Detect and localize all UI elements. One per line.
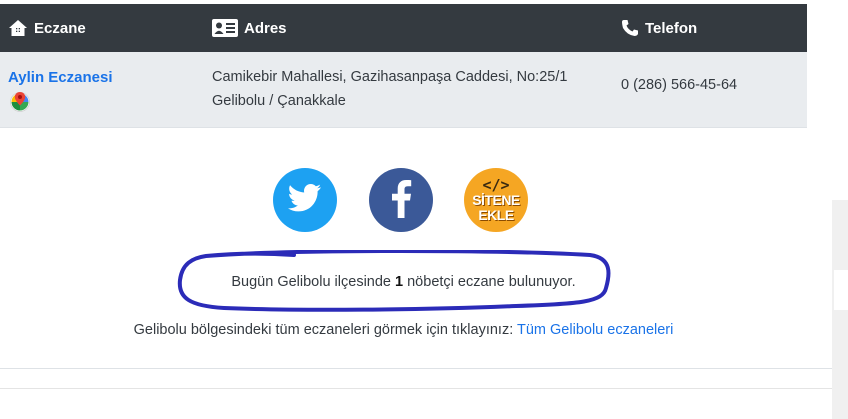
header-telefon: Telefon: [621, 4, 697, 52]
header-eczane-label: Eczane: [34, 19, 86, 37]
table-row: Aylin Eczanesi Camikebir Mahallesi, Gazi…: [0, 52, 807, 128]
summary-after: nöbetçi eczane bulunuyor.: [403, 274, 576, 290]
site-badge-line1: SİTENE: [472, 191, 520, 208]
side-panel-edge: [832, 200, 848, 419]
phone-cell: 0 (286) 566-45-64: [621, 77, 738, 93]
code-icon: </>: [482, 175, 510, 194]
side-panel-notch: [834, 270, 848, 310]
all-pharmacies-info: Gelibolu bölgesindeki tüm eczaneleri gör…: [0, 322, 807, 338]
header-adres-label: Adres: [244, 19, 287, 37]
address-cell: Camikebir Mahallesi, Gazihasanpaşa Cadde…: [212, 65, 567, 113]
address-line-1: Camikebir Mahallesi, Gazihasanpaşa Cadde…: [212, 69, 568, 85]
pharmacy-table: Eczane Adres Telefon Aylin Eczanesi Cami…: [0, 4, 807, 128]
home-icon: [8, 19, 28, 37]
social-buttons: </> SİTENE EKLE: [0, 168, 807, 234]
table-header: Eczane Adres Telefon: [0, 4, 807, 52]
address-card-icon: [212, 19, 238, 37]
divider: [0, 368, 832, 369]
all-pharmacies-link[interactable]: Tüm Gelibolu eczaneleri: [517, 322, 673, 338]
facebook-icon: [390, 178, 412, 223]
google-maps-icon[interactable]: [10, 90, 113, 120]
address-line-2: Gelibolu / Çanakkale: [212, 93, 346, 109]
facebook-button[interactable]: [369, 168, 433, 232]
header-telefon-label: Telefon: [645, 19, 698, 37]
site-badge-line2: EKLE: [478, 206, 514, 223]
header-adres: Adres: [212, 4, 287, 52]
info-text: Gelibolu bölgesindeki tüm eczaneleri gör…: [133, 322, 517, 338]
on-duty-count: 1: [395, 274, 404, 290]
pharmacy-cell: Aylin Eczanesi: [8, 66, 113, 120]
on-duty-summary: Bugün Gelibolu ilçesinde 1 nöbetçi eczan…: [0, 274, 807, 290]
pharmacy-name-link[interactable]: Aylin Eczanesi: [8, 69, 113, 86]
summary-before: Bugün Gelibolu ilçesinde: [231, 274, 396, 290]
phone-icon: [621, 19, 639, 37]
twitter-icon: [287, 183, 322, 217]
twitter-button[interactable]: [273, 168, 337, 232]
divider: [0, 388, 832, 389]
site-add-badge-button[interactable]: </> SİTENE EKLE: [464, 168, 528, 232]
header-eczane: Eczane: [8, 4, 86, 52]
